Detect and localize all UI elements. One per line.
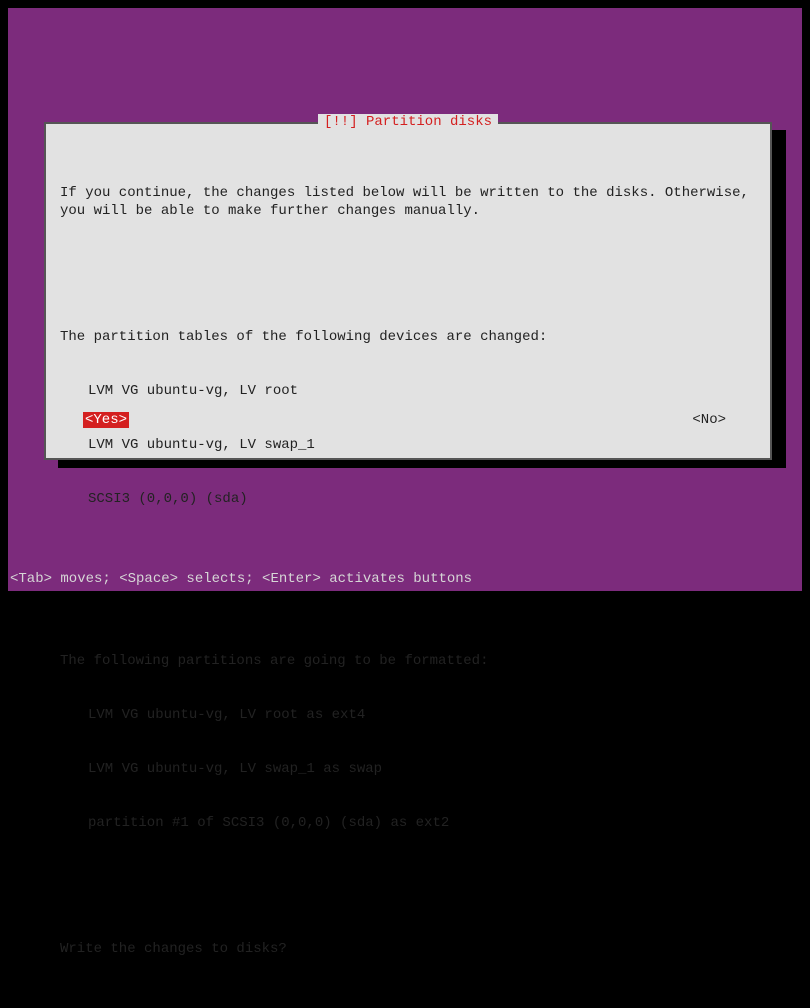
installer-background: [!!] Partition disks If you continue, th… xyxy=(8,8,802,591)
intro-text: If you continue, the changes listed belo… xyxy=(60,184,756,220)
format-item: partition #1 of SCSI3 (0,0,0) (sda) as e… xyxy=(60,814,756,832)
changed-section: The partition tables of the following de… xyxy=(60,292,756,544)
question-text: Write the changes to disks? xyxy=(60,940,756,958)
format-item: LVM VG ubuntu-vg, LV root as ext4 xyxy=(60,706,756,724)
no-button[interactable]: <No> xyxy=(692,412,726,428)
dialog-title: [!!] Partition disks xyxy=(318,114,498,130)
changed-item: LVM VG ubuntu-vg, LV swap_1 xyxy=(60,436,756,454)
partition-dialog: [!!] Partition disks If you continue, th… xyxy=(44,122,772,460)
dialog-content: If you continue, the changes listed belo… xyxy=(46,124,770,1008)
changed-header: The partition tables of the following de… xyxy=(60,328,756,346)
changed-item: SCSI3 (0,0,0) (sda) xyxy=(60,490,756,508)
dialog-title-wrap: [!!] Partition disks xyxy=(46,114,770,130)
format-section: The following partitions are going to be… xyxy=(60,616,756,868)
yes-button[interactable]: <Yes> xyxy=(83,412,129,428)
format-header: The following partitions are going to be… xyxy=(60,652,756,670)
format-item: LVM VG ubuntu-vg, LV swap_1 as swap xyxy=(60,760,756,778)
changed-item: LVM VG ubuntu-vg, LV root xyxy=(60,382,756,400)
footer-help: <Tab> moves; <Space> selects; <Enter> ac… xyxy=(10,571,472,587)
